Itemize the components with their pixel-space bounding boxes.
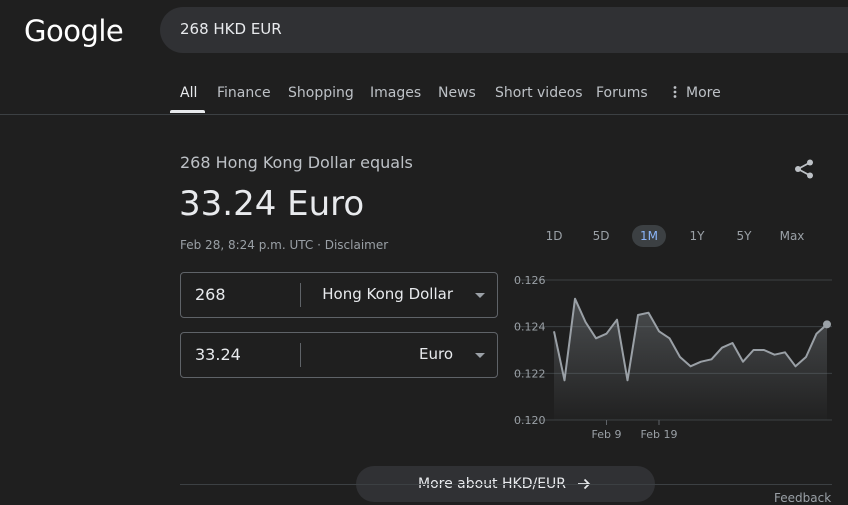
- to-currency-field[interactable]: 33.24 Euro: [180, 332, 498, 378]
- field-separator: [300, 343, 301, 367]
- tab-shopping[interactable]: Shopping: [288, 85, 354, 101]
- dropdown-caret-icon[interactable]: [475, 353, 485, 358]
- y-tick-label: 0.122: [514, 367, 546, 380]
- more-vert-icon: [673, 86, 677, 98]
- tab-finance[interactable]: Finance: [217, 85, 271, 101]
- dropdown-caret-icon[interactable]: [475, 293, 485, 298]
- y-tick-label: 0.120: [514, 414, 546, 427]
- share-icon[interactable]: [793, 158, 815, 180]
- chart-last-point: [823, 320, 831, 329]
- from-currency-field[interactable]: 268 Hong Kong Dollar: [180, 272, 498, 318]
- search-bar[interactable]: 268 HKD EUR: [160, 7, 848, 53]
- to-amount-input[interactable]: 33.24: [195, 345, 241, 364]
- tab-news[interactable]: News: [438, 85, 476, 101]
- tab-short-videos[interactable]: Short videos: [495, 85, 583, 101]
- google-logo[interactable]: Google: [24, 14, 124, 48]
- range-1m[interactable]: 1M: [632, 225, 666, 247]
- tab-forums[interactable]: Forums: [596, 85, 648, 101]
- range-5d[interactable]: 5D: [584, 225, 618, 247]
- tab-all[interactable]: All: [180, 85, 197, 101]
- range-5y[interactable]: 5Y: [727, 225, 761, 247]
- from-currency-select[interactable]: Hong Kong Dollar: [322, 285, 453, 303]
- chart-area-fill: [554, 298, 827, 420]
- tab-more-label: More: [686, 85, 721, 101]
- range-1d[interactable]: 1D: [537, 225, 571, 247]
- y-tick-label: 0.124: [514, 321, 546, 334]
- tab-more[interactable]: More: [670, 85, 721, 101]
- from-amount-input[interactable]: 268: [195, 285, 226, 304]
- to-currency-select[interactable]: Euro: [419, 345, 453, 363]
- x-tick-label: Feb 19: [641, 428, 678, 441]
- field-separator: [300, 283, 301, 307]
- active-tab-indicator: [170, 110, 205, 113]
- range-1y[interactable]: 1Y: [680, 225, 714, 247]
- search-tabs: All Finance Shopping Images News Short v…: [0, 80, 848, 114]
- exchange-rate-chart[interactable]: 0.126 0.124 0.122 0.120 Feb 9 Feb 19: [508, 268, 838, 448]
- conversion-equals-line: 268 Hong Kong Dollar equals: [180, 153, 413, 172]
- y-tick-label: 0.126: [514, 274, 546, 287]
- bottom-divider: [180, 484, 832, 485]
- conversion-result: 33.24 Euro: [179, 184, 365, 224]
- tabs-divider: [0, 114, 848, 115]
- search-input[interactable]: 268 HKD EUR: [180, 20, 282, 38]
- conversion-timestamp[interactable]: Feb 28, 8:24 p.m. UTC · Disclaimer: [180, 238, 388, 252]
- tab-images[interactable]: Images: [370, 85, 421, 101]
- x-tick-label: Feb 9: [592, 428, 622, 441]
- range-max[interactable]: Max: [775, 225, 809, 247]
